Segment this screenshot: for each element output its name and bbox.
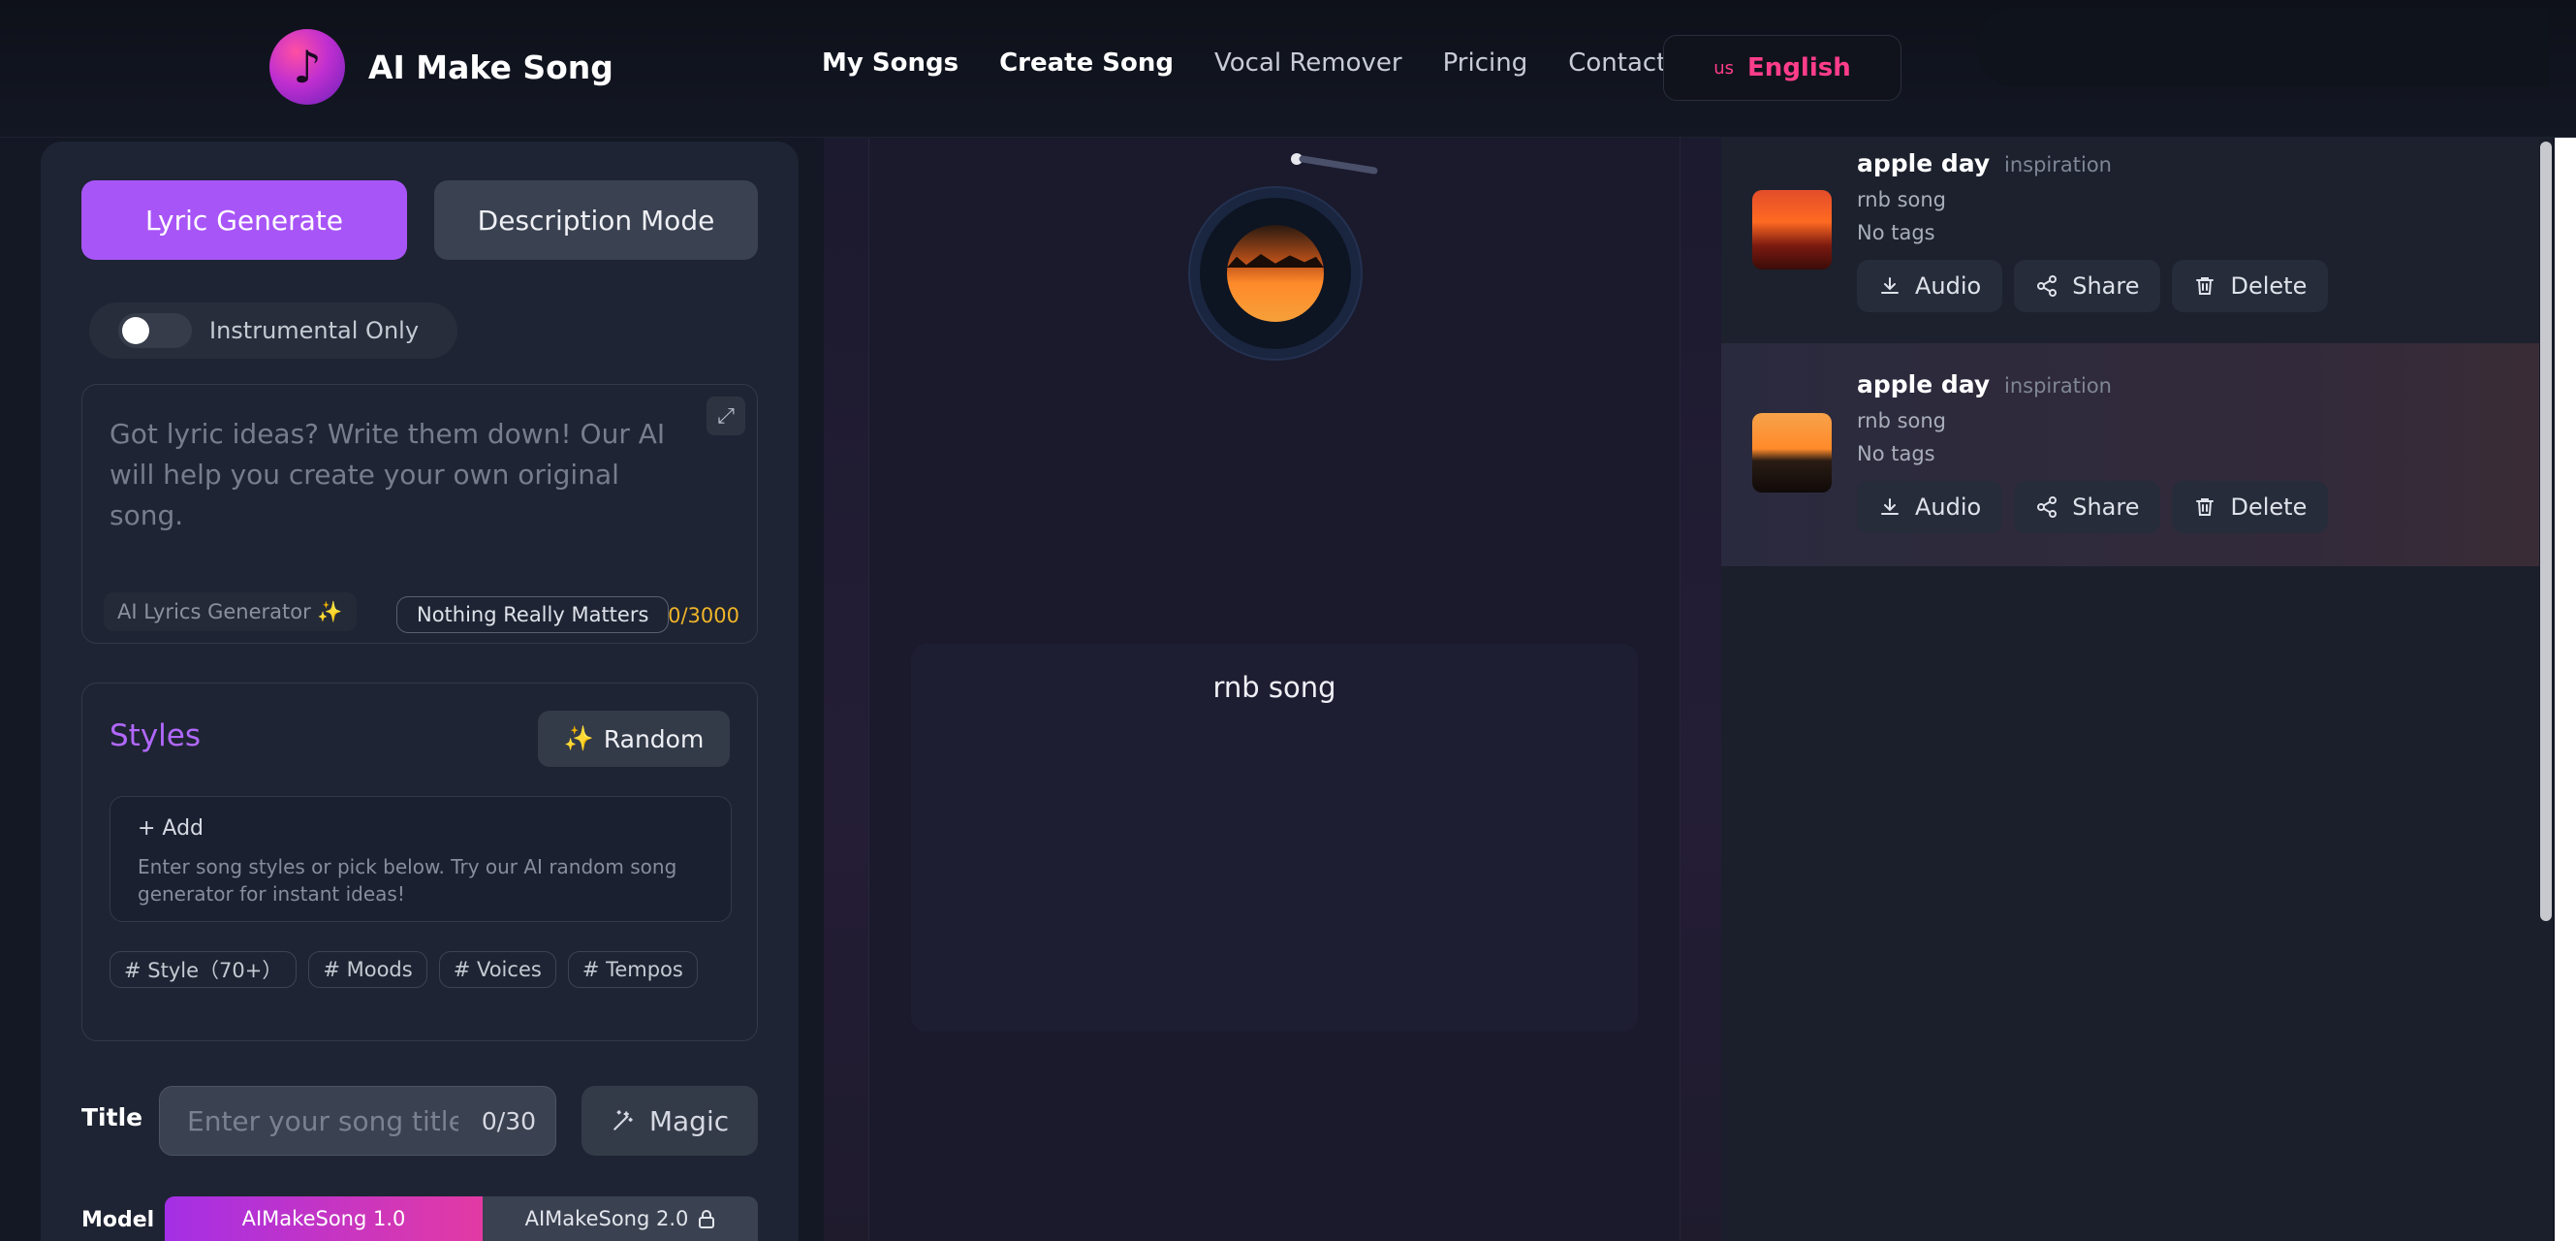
tag-moods[interactable]: # Moods [308, 951, 427, 988]
window-edge [2555, 0, 2576, 1241]
instrumental-toggle[interactable] [118, 313, 192, 348]
delete-label: Delete [2230, 272, 2308, 300]
song-thumbnail[interactable] [1752, 190, 1832, 270]
magic-label: Magic [648, 1104, 730, 1137]
delete-button[interactable]: Delete [2172, 260, 2329, 312]
language-label: English [1747, 53, 1851, 82]
audio-label: Audio [1915, 493, 1982, 521]
song-tag: inspiration [2004, 374, 2112, 398]
tag-style[interactable]: # Style（70+） [110, 951, 298, 988]
magic-button[interactable]: Magic [581, 1086, 758, 1156]
nav-my-songs[interactable]: My Songs [822, 48, 958, 78]
tonearm-icon [1291, 153, 1378, 175]
styles-input[interactable]: + Add Enter song styles or pick below. T… [110, 796, 732, 922]
share-label: Share [2072, 493, 2140, 521]
download-icon [1881, 277, 1899, 294]
lock-icon [699, 1210, 715, 1228]
song-tags: No tags [1857, 442, 1935, 465]
share-button[interactable]: Share [2014, 481, 2161, 533]
song-actions: Audio Share Delete [1857, 481, 2329, 533]
main-nav: My Songs Create Song Vocal Remover Prici… [822, 48, 1666, 78]
title-label: Title [81, 1103, 143, 1131]
delete-label: Delete [2230, 493, 2308, 521]
model-label: Model [81, 1208, 155, 1232]
trash-icon [2196, 277, 2215, 295]
lyric-suggestion-chip[interactable]: Nothing Really Matters [396, 596, 670, 633]
app-title: AI Make Song [368, 48, 613, 86]
title-char-count: 0/30 [481, 1106, 536, 1135]
trash-icon [2196, 498, 2215, 516]
instrumental-toggle-row: Instrumental Only [89, 302, 457, 359]
share-icon [2037, 275, 2058, 297]
nav-vocal-remover[interactable]: Vocal Remover [1214, 48, 1402, 78]
audio-download-button[interactable]: Audio [1857, 481, 2003, 533]
song-tag: inspiration [2004, 153, 2112, 176]
title-field-wrap: 0/30 [159, 1086, 556, 1156]
logo[interactable]: ♪ AI Make Song [269, 29, 613, 105]
create-song-panel: Lyric Generate Description Mode Instrume… [41, 142, 799, 1241]
song-title: apple day [1857, 370, 1991, 398]
nav-contact[interactable]: Contact [1568, 48, 1666, 78]
lyrics-placeholder: Got lyric ideas? Write them down! Our AI… [110, 418, 666, 531]
magic-wand-icon [613, 1110, 633, 1130]
vinyl-disc[interactable] [1190, 188, 1361, 359]
us-flag-icon: us [1713, 57, 1735, 79]
expand-icon[interactable]: ⤢ [707, 397, 745, 435]
delete-button[interactable]: Delete [2172, 481, 2329, 533]
download-icon [1881, 498, 1899, 515]
model-option-1[interactable]: AIMakeSong 1.0 [165, 1196, 483, 1241]
nav-pricing[interactable]: Pricing [1443, 48, 1528, 78]
music-note-logo-icon: ♪ [269, 29, 345, 105]
instrumental-label: Instrumental Only [209, 317, 420, 344]
random-label: Random [603, 724, 705, 753]
lyrics-char-count: 0/3000 [668, 604, 739, 627]
add-style-label[interactable]: + Add [138, 816, 204, 841]
now-playing-caption: rnb song [1212, 671, 1336, 704]
model-option-2-label: AIMakeSong 2.0 [524, 1207, 689, 1230]
styles-title: Styles [110, 718, 202, 753]
description-mode-tab[interactable]: Description Mode [434, 180, 758, 260]
audio-label: Audio [1915, 272, 1982, 300]
nav-create-song[interactable]: Create Song [999, 48, 1174, 78]
scrollbar-thumb[interactable] [2540, 142, 2552, 921]
song-actions: Audio Share Delete [1857, 260, 2329, 312]
song-style: rnb song [1857, 188, 1947, 211]
model-option-2[interactable]: AIMakeSong 2.0 [483, 1196, 758, 1241]
language-selector[interactable]: us English [1663, 35, 1901, 101]
model-selector: AIMakeSong 1.0 AIMakeSong 2.0 [165, 1196, 758, 1241]
share-button[interactable]: Share [2014, 260, 2161, 312]
top-header: ♪ AI Make Song My Songs Create Song Voca… [0, 0, 2576, 138]
song-tags: No tags [1857, 221, 1935, 244]
title-input[interactable] [187, 1104, 458, 1137]
song-list-item[interactable]: apple day inspiration rnb song No tags A… [1721, 122, 2551, 343]
styles-hint: Enter song styles or pick below. Try our… [138, 855, 677, 906]
ai-lyrics-generator-button[interactable]: AI Lyrics Generator ✨ [104, 592, 357, 631]
song-style: rnb song [1857, 409, 1947, 432]
lyric-generate-tab[interactable]: Lyric Generate [81, 180, 407, 260]
style-tag-row: # Style（70+） # Moods # Voices # Tempos [110, 951, 698, 988]
random-style-button[interactable]: ✨ Random [538, 711, 730, 767]
audio-download-button[interactable]: Audio [1857, 260, 2003, 312]
tag-voices[interactable]: # Voices [438, 951, 556, 988]
share-icon [2037, 496, 2058, 518]
cover-art [1227, 225, 1324, 322]
song-thumbnail[interactable] [1752, 413, 1832, 493]
share-label: Share [2072, 272, 2140, 300]
tag-tempos[interactable]: # Tempos [567, 951, 698, 988]
styles-section: Styles ✨ Random + Add Enter song styles … [81, 683, 758, 1041]
header-decoration [1977, 8, 2549, 87]
song-list-item[interactable]: apple day inspiration rnb song No tags A… [1721, 343, 2551, 566]
song-title: apple day [1857, 149, 1991, 177]
lyrics-textarea[interactable]: Got lyric ideas? Write them down! Our AI… [81, 384, 758, 644]
sparkle-icon: ✨ [563, 724, 594, 752]
